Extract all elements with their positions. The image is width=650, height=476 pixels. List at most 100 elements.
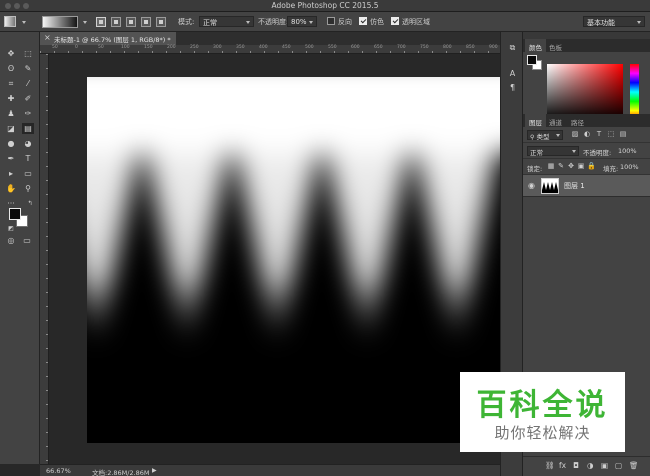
mask-icon[interactable]: ◘ [573,461,579,470]
lock-transparency-icon[interactable]: ▦ [547,162,555,170]
folder-icon[interactable]: ▣ [601,461,608,470]
chevron-down-icon[interactable] [22,21,26,24]
pen-icon[interactable]: ✒ [5,153,17,164]
paragraph-panel-icon[interactable]: ¶ [507,82,518,93]
eraser-icon[interactable]: ◪ [5,123,17,134]
angle-gradient-button[interactable] [126,17,136,27]
history-panel-icon[interactable]: ⧉ [507,42,518,53]
window-title: Adobe Photoshop CC 2015.5 [271,1,379,10]
quick-mask-icon[interactable]: ◎ [5,235,17,246]
lasso-icon[interactable]: ʘ [5,63,17,74]
trash-icon[interactable]: 🗑 [629,461,639,470]
fill-value[interactable]: 100% [620,163,639,171]
healing-icon[interactable]: ✚ [5,93,17,104]
layer-opacity-value[interactable]: 100% [618,147,637,155]
crop-icon[interactable]: ⌗ [5,78,17,89]
ruler-tick-label: 50 [52,45,58,50]
reverse-label: 反向 [338,18,352,26]
opacity-input[interactable]: 80% [287,16,317,27]
gradient-icon[interactable]: ▤ [22,123,34,134]
canvas-area[interactable] [50,55,520,464]
brush-icon[interactable]: ✐ [22,93,34,104]
gradient-editor-swatch[interactable] [42,16,78,28]
lock-all-icon[interactable]: 🔒 [587,162,596,170]
diamond-gradient-button[interactable] [156,17,166,27]
layers-footer: ⛓ fx ◘ ◑ ▣ ▢ 🗑 [523,456,650,476]
zoom-level[interactable]: 66.67% [46,467,71,475]
ruler-tick-label: 50 [98,45,104,50]
layer-row[interactable]: ◉ 图层 1 [523,175,650,197]
eye-icon[interactable]: ◉ [528,181,535,190]
chevron-down-icon[interactable] [83,21,87,24]
tools-panel: ✥ ⬚ ʘ ✎ ⌗ ⁄ ✚ ✐ ♟ ✑ ◪ ▤ ● ◕ ✒ T ▸ ▭ ✋ ⚲ ··· ◩ ↰ ◎ ▭ [0,32,40,464]
ruler-tick-label: 500 [305,45,314,50]
blend-mode-select[interactable]: 正常 [527,146,579,157]
fx-icon[interactable]: fx [559,461,566,470]
swap-colors-icon[interactable]: ↰ [24,198,36,209]
dither-checkbox[interactable] [359,17,367,25]
blur-icon[interactable]: ● [5,138,17,149]
tab-layers[interactable]: 图层 [525,114,546,127]
status-menu-arrow-icon[interactable]: ▶ [152,467,157,474]
character-panel-icon[interactable]: A [507,68,518,79]
mode-select[interactable]: 正常 [199,16,254,27]
radial-gradient-button[interactable] [111,17,121,27]
hue-slider[interactable] [630,64,639,120]
lock-image-icon[interactable]: ✎ [557,162,565,170]
zoom-icon[interactable]: ⚲ [22,183,34,194]
default-colors-icon[interactable]: ◩ [5,223,17,234]
mode-value: 正常 [203,19,217,27]
document-tab-bar: × 未标题-1 @ 66.7% (图层 1, RGB/8*) * [40,32,520,45]
type-filter-icon[interactable]: T [595,130,603,138]
ruler-tick-label: 100 [121,45,130,50]
new-layer-icon[interactable]: ▢ [615,461,622,470]
document-canvas[interactable] [87,77,503,443]
layer-filter-select[interactable]: ⚲ 类型 [527,130,563,141]
layers-panel-tabs: 图层 通道 路径 [523,114,650,127]
reverse-checkbox[interactable] [327,17,335,25]
tab-swatches[interactable]: 色板 [545,39,566,52]
close-icon[interactable]: × [44,33,51,42]
watermark-subtitle: 助你轻松解决 [494,424,591,442]
eyedropper-icon[interactable]: ⁄ [22,78,34,89]
panel-foreground-swatch[interactable] [527,55,537,65]
transparency-label: 透明区域 [402,18,430,26]
lock-artboard-icon[interactable]: ▣ [577,162,585,170]
dodge-icon[interactable]: ◕ [22,138,34,149]
ruler-tick-label: 900 [489,45,498,50]
adjustment-icon[interactable]: ◑ [587,461,594,470]
move-icon[interactable]: ✥ [5,48,17,59]
adjustment-filter-icon[interactable]: ◐ [583,130,591,138]
quick-select-icon[interactable]: ✎ [22,63,34,74]
tab-color[interactable]: 颜色 [525,39,546,52]
pixel-filter-icon[interactable]: ▨ [571,130,579,138]
shape-filter-icon[interactable]: ⬚ [607,130,615,138]
screen-mode-icon[interactable]: ▭ [21,235,33,246]
transparency-checkbox[interactable] [391,17,399,25]
gradient-tool-preset-icon[interactable] [4,16,16,27]
lock-position-icon[interactable]: ✥ [567,162,575,170]
ruler-tick-label: 450 [282,45,291,50]
title-bar: Adobe Photoshop CC 2015.5 [0,0,650,12]
history-brush-icon[interactable]: ✑ [22,108,34,119]
ruler-tick-label: 400 [259,45,268,50]
workspace-value: 基本功能 [587,19,615,27]
tab-channels[interactable]: 通道 [545,114,566,127]
path-select-icon[interactable]: ▸ [5,168,17,179]
reflected-gradient-button[interactable] [141,17,151,27]
ruler-tick-label: 600 [351,45,360,50]
workspace-select[interactable]: 基本功能 [583,16,645,27]
foreground-color-swatch[interactable] [9,208,21,220]
hand-icon[interactable]: ✋ [5,183,17,194]
type-icon[interactable]: T [22,153,34,164]
linear-gradient-button[interactable] [96,17,106,27]
stamp-icon[interactable]: ♟ [5,108,17,119]
shape-icon[interactable]: ▭ [22,168,34,179]
link-icon[interactable]: ⛓ [545,461,555,470]
tab-paths[interactable]: 路径 [567,114,588,127]
marquee-icon[interactable]: ⬚ [22,48,34,59]
ruler-tick-label: 0 [75,45,78,50]
color-field[interactable] [547,64,623,120]
smart-object-filter-icon[interactable]: ▤ [619,130,627,138]
document-tab[interactable]: × 未标题-1 @ 66.7% (图层 1, RGB/8*) * [40,32,176,45]
